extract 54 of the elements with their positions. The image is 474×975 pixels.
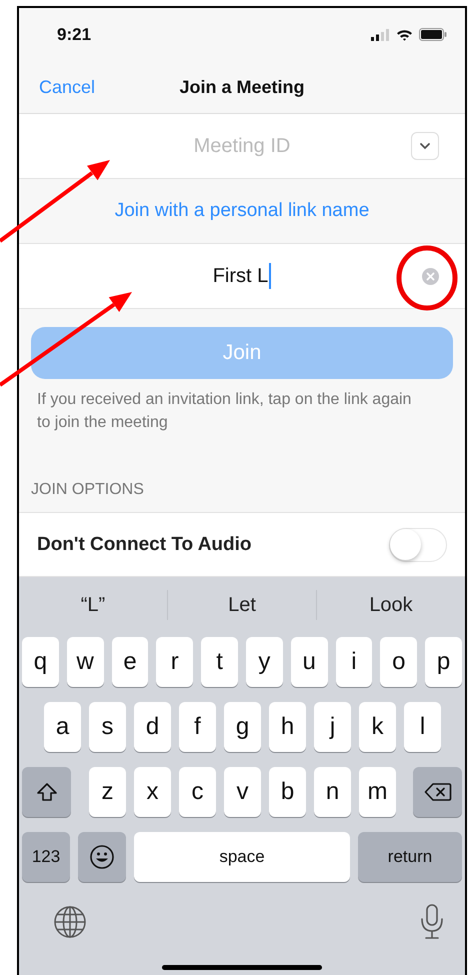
status-time: 9:21	[57, 24, 92, 44]
screen-title: Join a Meeting	[179, 76, 304, 98]
help-text: If you received an invitation link, tap on the link again to join the meeting	[37, 390, 412, 433]
letter-key[interactable]: w	[66, 637, 104, 687]
delete-key[interactable]	[413, 767, 462, 817]
letter-key[interactable]: b	[269, 767, 306, 817]
shift-icon	[36, 782, 58, 802]
microphone-icon[interactable]	[419, 904, 445, 940]
letter-key[interactable]: m	[359, 767, 396, 817]
letter-key[interactable]: q	[22, 637, 59, 687]
letter-key[interactable]: o	[380, 637, 418, 687]
word-suggestion[interactable]: “L”	[19, 594, 167, 616]
name-field[interactable]: First L	[212, 263, 272, 289]
letter-key[interactable]: h	[269, 702, 306, 752]
letter-key[interactable]: i	[336, 637, 372, 687]
letter-key[interactable]: a	[44, 702, 81, 752]
delete-icon	[424, 782, 452, 802]
letter-key[interactable]: t	[201, 637, 238, 687]
letter-key[interactable]: f	[179, 702, 216, 752]
toggle-switch[interactable]	[389, 528, 447, 562]
letter-key[interactable]: d	[134, 702, 171, 752]
letter-key[interactable]: j	[314, 702, 351, 752]
chevron-down-icon	[419, 142, 431, 150]
globe-icon[interactable]	[53, 905, 87, 939]
word-suggestion[interactable]: Look	[317, 594, 465, 616]
letter-key[interactable]: z	[89, 767, 126, 817]
letter-key[interactable]: k	[359, 702, 396, 752]
meeting-id-field[interactable]: Meeting ID	[142, 134, 342, 158]
letter-key[interactable]: g	[224, 702, 261, 752]
letter-key[interactable]: e	[112, 637, 148, 687]
dropdown-button[interactable]	[411, 132, 439, 160]
letter-key[interactable]: v	[224, 767, 261, 817]
letter-key[interactable]: n	[314, 767, 351, 817]
letter-key[interactable]: s	[89, 702, 126, 752]
highlight-circle	[396, 246, 458, 310]
option-label: Don't Connect To Audio	[37, 534, 252, 556]
return-key[interactable]: return	[358, 832, 462, 882]
letter-key[interactable]: x	[134, 767, 171, 817]
signal-icon	[371, 28, 390, 40]
section-header: JOIN OPTIONS	[31, 481, 145, 499]
emoji-key[interactable]	[78, 832, 126, 882]
letter-key[interactable]: y	[246, 637, 283, 687]
letter-key[interactable]: l	[404, 702, 441, 752]
smiley-icon	[89, 844, 115, 870]
letter-key[interactable]: r	[156, 637, 194, 687]
shift-key[interactable]	[22, 767, 71, 817]
wifi-icon	[396, 28, 413, 40]
battery-icon	[419, 28, 447, 41]
letter-key[interactable]: u	[290, 637, 328, 687]
letter-key[interactable]: c	[179, 767, 216, 817]
word-suggestion[interactable]: Let	[168, 594, 316, 616]
space-bar[interactable]: space	[134, 832, 350, 882]
letter-key[interactable]: p	[425, 637, 462, 687]
numbers-key[interactable]: 123	[22, 832, 70, 882]
